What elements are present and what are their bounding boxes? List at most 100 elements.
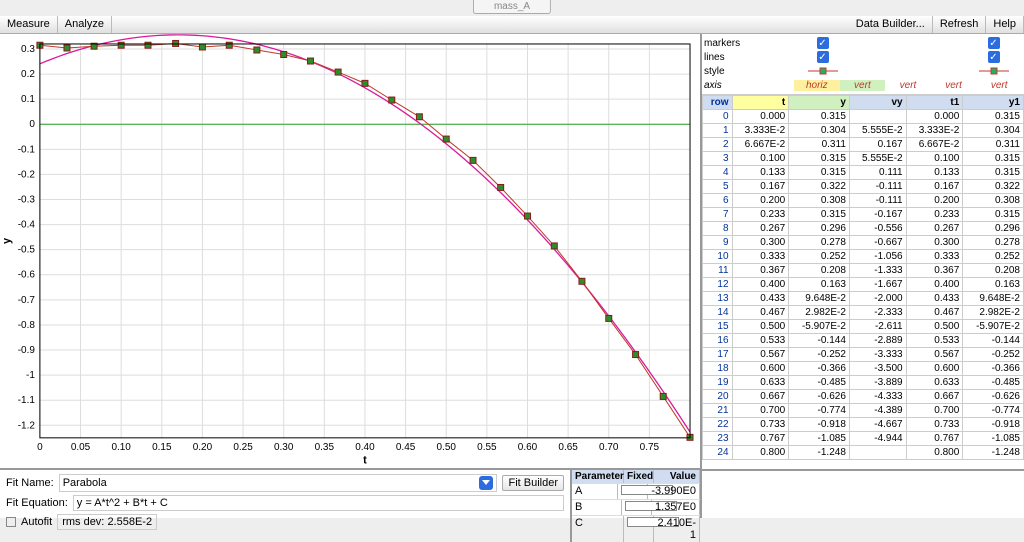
menu-refresh[interactable]: Refresh [933, 16, 987, 33]
svg-text:0.15: 0.15 [152, 442, 172, 453]
svg-text:-0.9: -0.9 [18, 345, 36, 356]
param-name: C [572, 516, 624, 542]
param-value[interactable]: -3.990E0 [648, 484, 700, 499]
svg-text:0.30: 0.30 [274, 442, 294, 453]
table-row[interactable]: 26.667E-20.3110.1676.667E-20.311 [703, 138, 1024, 152]
table-row[interactable]: 13.333E-20.3045.555E-23.333E-20.304 [703, 124, 1024, 138]
chart[interactable]: 00.050.100.150.200.250.300.350.400.450.5… [0, 34, 700, 468]
col-y[interactable]: y [789, 96, 850, 110]
table-row[interactable]: 50.1670.322-0.1110.1670.322 [703, 180, 1024, 194]
table-row[interactable]: 130.4339.648E-2-2.0000.4339.648E-2 [703, 292, 1024, 306]
table-row[interactable]: 160.533-0.144-2.8890.533-0.144 [703, 334, 1024, 348]
svg-text:-0.3: -0.3 [18, 195, 36, 206]
menu-help[interactable]: Help [986, 16, 1024, 33]
right-bottom-panel [702, 469, 1024, 518]
style-swatch-2[interactable] [965, 66, 1022, 76]
svg-text:-0.4: -0.4 [18, 220, 36, 231]
svg-text:0.75: 0.75 [640, 442, 660, 453]
chevron-down-icon[interactable] [479, 476, 493, 490]
lines-label: lines [704, 52, 794, 63]
svg-text:0.25: 0.25 [233, 442, 253, 453]
menu-data-builder[interactable]: Data Builder... [849, 16, 933, 33]
svg-text:-0.1: -0.1 [18, 144, 36, 155]
param-value[interactable]: 1.357E0 [652, 500, 700, 515]
svg-text:0.10: 0.10 [111, 442, 131, 453]
fit-name-value: Parabola [63, 477, 107, 489]
svg-text:0.45: 0.45 [396, 442, 416, 453]
lines-checkbox-2[interactable]: ✓ [988, 51, 1000, 63]
data-table[interactable]: row t y vy t1 y1 00.0000.3150.0000.31513… [702, 95, 1024, 469]
axis-vert-4[interactable]: vert [976, 80, 1022, 91]
svg-text:0: 0 [37, 442, 43, 453]
menu-measure[interactable]: Measure [0, 16, 58, 33]
svg-text:-0.8: -0.8 [18, 320, 36, 331]
svg-text:-0.6: -0.6 [18, 270, 36, 281]
svg-text:0.05: 0.05 [71, 442, 91, 453]
fit-name-select[interactable]: Parabola [59, 474, 498, 492]
markers-checkbox-2[interactable]: ✓ [988, 37, 1000, 49]
svg-text:0.3: 0.3 [21, 44, 35, 55]
svg-text:0.50: 0.50 [437, 442, 457, 453]
table-row[interactable]: 140.4672.982E-2-2.3330.4672.982E-2 [703, 306, 1024, 320]
svg-text:0.55: 0.55 [477, 442, 497, 453]
svg-text:-1.1: -1.1 [18, 395, 36, 406]
param-fixed-checkbox[interactable] [624, 516, 654, 542]
fit-builder-button[interactable]: Fit Builder [502, 475, 564, 491]
parameter-panel: Parameter Fixed Value A-3.990E0B1.357E0C… [570, 470, 700, 542]
plot-area[interactable]: 00.050.100.150.200.250.300.350.400.450.5… [0, 34, 700, 468]
table-row[interactable]: 200.667-0.626-4.3330.667-0.626 [703, 390, 1024, 404]
lines-checkbox-1[interactable]: ✓ [817, 51, 829, 63]
window-title: mass_A [473, 0, 551, 14]
table-row[interactable]: 220.733-0.918-4.6670.733-0.918 [703, 418, 1024, 432]
table-row[interactable]: 60.2000.308-0.1110.2000.308 [703, 194, 1024, 208]
table-row[interactable]: 110.3670.208-1.3330.3670.208 [703, 264, 1024, 278]
param-name: B [572, 500, 622, 515]
col-t[interactable]: t [732, 96, 789, 110]
axis-vert-2[interactable]: vert [885, 80, 931, 91]
param-row: A-3.990E0 [572, 483, 700, 499]
param-fixed-checkbox[interactable] [618, 484, 648, 499]
style-swatch-1[interactable] [794, 66, 851, 76]
table-row[interactable]: 90.3000.278-0.6670.3000.278 [703, 236, 1024, 250]
table-row[interactable]: 30.1000.3155.555E-20.1000.315 [703, 152, 1024, 166]
svg-text:0: 0 [29, 119, 35, 130]
table-row[interactable]: 180.600-0.366-3.5000.600-0.366 [703, 362, 1024, 376]
axis-vert-3[interactable]: vert [931, 80, 977, 91]
svg-text:0.40: 0.40 [355, 442, 375, 453]
table-row[interactable]: 00.0000.3150.0000.315 [703, 110, 1024, 124]
autofit-checkbox[interactable] [6, 517, 16, 527]
table-row[interactable]: 190.633-0.485-3.8890.633-0.485 [703, 376, 1024, 390]
axis-vert-1[interactable]: vert [840, 80, 886, 91]
series-header: markers ✓ ✓ lines ✓ ✓ style [702, 34, 1024, 95]
svg-text:0.2: 0.2 [21, 69, 35, 80]
table-row[interactable]: 230.767-1.085-4.9440.767-1.085 [703, 432, 1024, 446]
fit-equation-label: Fit Equation: [6, 497, 68, 509]
left-column: 00.050.100.150.200.250.300.350.400.450.5… [0, 34, 702, 518]
table-row[interactable]: 120.4000.163-1.6670.4000.163 [703, 278, 1024, 292]
param-value[interactable]: 2.410E-1 [654, 516, 700, 542]
table-row[interactable]: 40.1330.3150.1110.1330.315 [703, 166, 1024, 180]
table-row[interactable]: 240.800-1.2480.800-1.248 [703, 446, 1024, 460]
col-y1[interactable]: y1 [963, 96, 1024, 110]
markers-checkbox-1[interactable]: ✓ [817, 37, 829, 49]
svg-text:-0.5: -0.5 [18, 245, 36, 256]
param-fixed-checkbox[interactable] [622, 500, 652, 515]
svg-text:0.1: 0.1 [21, 94, 35, 105]
table-row[interactable]: 210.700-0.774-4.3890.700-0.774 [703, 404, 1024, 418]
col-row[interactable]: row [703, 96, 733, 110]
menubar: Measure Analyze Data Builder... Refresh … [0, 16, 1024, 34]
table-row[interactable]: 100.3330.252-1.0560.3330.252 [703, 250, 1024, 264]
axis-horiz[interactable]: horiz [794, 80, 840, 91]
svg-text:-0.2: -0.2 [18, 169, 36, 180]
col-t1[interactable]: t1 [906, 96, 963, 110]
svg-text:y: y [1, 237, 13, 244]
table-row[interactable]: 150.500-5.907E-2-2.6110.500-5.907E-2 [703, 320, 1024, 334]
right-column: markers ✓ ✓ lines ✓ ✓ style [702, 34, 1024, 518]
svg-text:0.20: 0.20 [193, 442, 213, 453]
menu-analyze[interactable]: Analyze [58, 16, 112, 33]
table-row[interactable]: 70.2330.315-0.1670.2330.315 [703, 208, 1024, 222]
table-row[interactable]: 170.567-0.252-3.3330.567-0.252 [703, 348, 1024, 362]
col-vy[interactable]: vy [849, 96, 906, 110]
fit-equation-input[interactable] [73, 495, 564, 511]
table-row[interactable]: 80.2670.296-0.5560.2670.296 [703, 222, 1024, 236]
